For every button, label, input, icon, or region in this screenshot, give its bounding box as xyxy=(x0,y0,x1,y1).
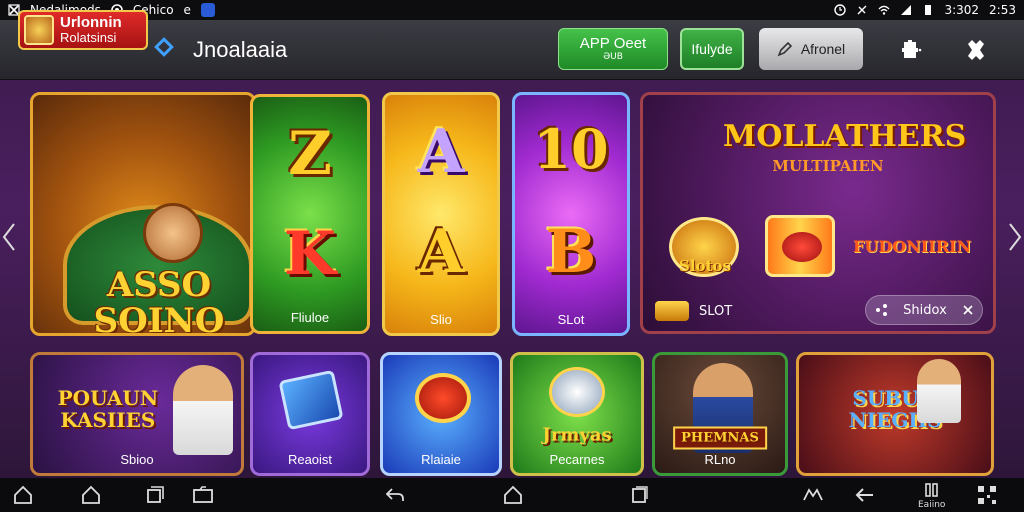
recents-icon[interactable] xyxy=(628,484,650,506)
brand-line2: Rolatsinsi xyxy=(60,30,117,45)
home-icon[interactable] xyxy=(12,484,34,506)
recents-icon[interactable] xyxy=(144,484,166,506)
chevron-right-icon[interactable] xyxy=(1008,222,1022,252)
wifi-icon xyxy=(878,5,890,15)
slot-tag[interactable]: SLOT xyxy=(655,301,732,321)
drone-icon[interactable] xyxy=(802,484,824,506)
app-button-line2: ƏUB xyxy=(603,52,623,62)
letter-bottom: B xyxy=(545,217,597,287)
game-label: Slio xyxy=(430,312,452,327)
game-tile-bottom-1[interactable]: POUAUN KASIIES Sbioo xyxy=(30,352,244,476)
letter-top: A xyxy=(417,117,465,187)
status-time-a: 3:302 xyxy=(944,3,980,17)
game-label: Pecarnes xyxy=(549,452,605,467)
nav-label: Eaiino xyxy=(918,500,946,510)
feature-panel[interactable]: MOLLATHERS MULTIPAIEN Slotos FUDONIIRIN … xyxy=(640,92,996,334)
orb-icon xyxy=(415,373,471,423)
mascot-icon xyxy=(549,367,605,417)
game-tile-green[interactable]: Z K Fliuloe xyxy=(250,94,370,334)
status-bar: Nedalimods Cehico e 3:302 2:53 xyxy=(0,0,1024,20)
battery-icon xyxy=(925,5,932,15)
game-label: Fliuloe xyxy=(290,310,330,325)
game-tile-purple[interactable]: 10 B SLot xyxy=(512,92,630,336)
library-icon[interactable] xyxy=(922,482,944,498)
close-icon[interactable] xyxy=(962,304,974,316)
dealer-avatar xyxy=(917,359,961,423)
game-art-title: PHEMNAS xyxy=(673,426,767,450)
game-label: Sbioo xyxy=(120,452,154,467)
qr-icon[interactable] xyxy=(976,484,998,506)
puzzle-icon[interactable] xyxy=(898,38,922,62)
home-icon[interactable] xyxy=(502,484,524,506)
brand-logo-icon xyxy=(24,15,54,45)
share-icon xyxy=(875,304,887,316)
game-art-title: POUAUN KASIIES xyxy=(57,386,159,433)
game-label: RLno xyxy=(704,452,736,467)
game-tile-casino[interactable]: ASSO SOINO xyxy=(30,92,256,336)
back-icon[interactable] xyxy=(384,484,406,506)
letter-top: 10 xyxy=(533,117,609,181)
gamepad-icon[interactable] xyxy=(964,38,988,62)
dismiss-chip-label: Shidox xyxy=(903,302,947,318)
status-secondary-mark: e xyxy=(183,3,191,17)
slot-tag-icon xyxy=(655,301,689,321)
dismiss-chip[interactable]: Shidox xyxy=(865,295,983,325)
letter-top: Z xyxy=(288,119,332,189)
app-button-line1: APP Oeet xyxy=(579,35,647,52)
letter-bottom: K xyxy=(283,219,337,289)
page-title: Jnoalaaia xyxy=(193,37,288,62)
indicator-button[interactable]: Ifulyde xyxy=(680,28,744,70)
edit-icon xyxy=(777,41,792,57)
slot-reel-icon xyxy=(765,215,835,277)
app-download-button[interactable]: APP Oeet ƏUB xyxy=(558,28,668,70)
game-tile-bottom-2[interactable]: Reaoist xyxy=(250,352,370,476)
brand-line1: Urlonnin xyxy=(60,14,122,31)
game-label: SLot xyxy=(557,312,585,327)
game-art-title: Jrmyas xyxy=(542,424,612,446)
game-tile-bottom-5[interactable]: PHEMNAS RLno xyxy=(652,352,788,476)
signal-icon xyxy=(901,5,912,15)
game-label: Reaoist xyxy=(287,452,333,467)
app-bar xyxy=(0,20,1024,80)
back-arrow-icon[interactable] xyxy=(854,484,876,506)
status-time-b: 2:53 xyxy=(989,3,1016,17)
tools-icon xyxy=(857,5,867,15)
game-tile-bottom-3[interactable]: Rlaiaie xyxy=(380,352,502,476)
letter-bottom: A xyxy=(417,217,465,287)
game-tile-bottom-6[interactable]: SUBUH NIEGIIS xyxy=(796,352,994,476)
chevron-left-icon[interactable] xyxy=(2,222,16,252)
game-tile-yellow[interactable]: A A Slio xyxy=(382,92,500,336)
feature-subtitle: MULTIPAIEN xyxy=(772,157,884,175)
action-button-label: Afronel xyxy=(800,41,846,57)
folder-icon[interactable] xyxy=(192,484,214,506)
slot-tag-label: SLOT xyxy=(699,303,733,319)
app-badge-icon xyxy=(200,3,215,17)
slots-label: Slotos xyxy=(679,257,731,275)
crystal-icon xyxy=(278,369,344,431)
casino-game-title: ASSO SOINO xyxy=(93,265,225,336)
home-icon[interactable] xyxy=(80,484,102,506)
feature-title: MOLLATHERS xyxy=(723,119,967,154)
promo-label: FUDONIIRIN xyxy=(853,237,972,256)
action-button[interactable]: Afronel xyxy=(759,28,863,70)
game-tile-bottom-4[interactable]: Jrmyas Pecarnes xyxy=(510,352,644,476)
brand-logo-button[interactable]: Urlonnin Rolatsinsi xyxy=(18,10,148,50)
player-avatar xyxy=(173,365,233,455)
mascot-avatar xyxy=(143,203,203,263)
clock-icon xyxy=(834,4,847,16)
game-label: Rlaiaie xyxy=(421,452,461,467)
